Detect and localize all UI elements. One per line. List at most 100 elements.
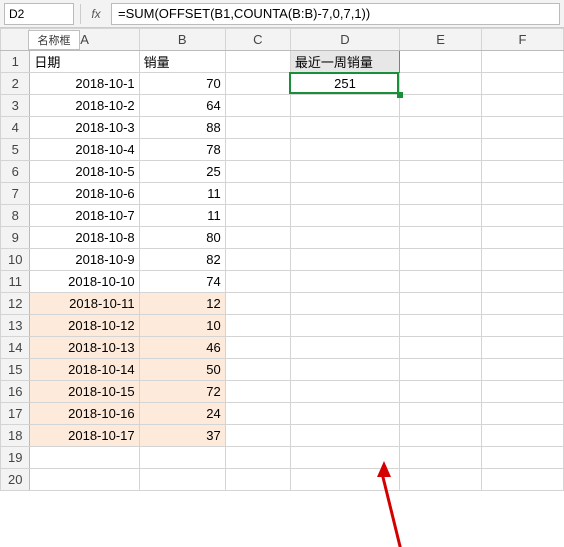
cell-F7[interactable]: [482, 183, 564, 205]
row-header[interactable]: 13: [1, 315, 30, 337]
cell-E16[interactable]: [400, 381, 482, 403]
cell-F19[interactable]: [482, 447, 564, 469]
cell-C19[interactable]: [225, 447, 290, 469]
cell-F18[interactable]: [482, 425, 564, 447]
cell-A9[interactable]: 2018-10-8: [30, 227, 139, 249]
cell-A4[interactable]: 2018-10-3: [30, 117, 139, 139]
row-header[interactable]: 17: [1, 403, 30, 425]
cell-D16[interactable]: [290, 381, 399, 403]
cell-F15[interactable]: [482, 359, 564, 381]
cell-B15[interactable]: 50: [139, 359, 225, 381]
cell-E18[interactable]: [400, 425, 482, 447]
cell-E6[interactable]: [400, 161, 482, 183]
cell-D10[interactable]: [290, 249, 399, 271]
row-header[interactable]: 16: [1, 381, 30, 403]
cell-E13[interactable]: [400, 315, 482, 337]
cell-C8[interactable]: [225, 205, 290, 227]
cell-D7[interactable]: [290, 183, 399, 205]
cell-E12[interactable]: [400, 293, 482, 315]
cell-F11[interactable]: [482, 271, 564, 293]
cell-C10[interactable]: [225, 249, 290, 271]
cell-D12[interactable]: [290, 293, 399, 315]
cell-B1[interactable]: 销量: [139, 51, 225, 73]
cell-A5[interactable]: 2018-10-4: [30, 139, 139, 161]
col-header-E[interactable]: E: [400, 29, 482, 51]
cell-A12[interactable]: 2018-10-11: [30, 293, 139, 315]
cell-E5[interactable]: [400, 139, 482, 161]
cell-D3[interactable]: [290, 95, 399, 117]
cell-B14[interactable]: 46: [139, 337, 225, 359]
cell-A7[interactable]: 2018-10-6: [30, 183, 139, 205]
cell-B10[interactable]: 82: [139, 249, 225, 271]
cell-F8[interactable]: [482, 205, 564, 227]
col-header-B[interactable]: B: [139, 29, 225, 51]
row-header[interactable]: 11: [1, 271, 30, 293]
cell-C12[interactable]: [225, 293, 290, 315]
cell-D11[interactable]: [290, 271, 399, 293]
cell-B8[interactable]: 11: [139, 205, 225, 227]
cell-A16[interactable]: 2018-10-15: [30, 381, 139, 403]
cell-C2[interactable]: [225, 73, 290, 95]
row-header[interactable]: 5: [1, 139, 30, 161]
cell-C7[interactable]: [225, 183, 290, 205]
cell-E15[interactable]: [400, 359, 482, 381]
cell-A13[interactable]: 2018-10-12: [30, 315, 139, 337]
cell-A17[interactable]: 2018-10-16: [30, 403, 139, 425]
cell-D5[interactable]: [290, 139, 399, 161]
cell-E14[interactable]: [400, 337, 482, 359]
cell-A2[interactable]: 2018-10-1: [30, 73, 139, 95]
cell-E8[interactable]: [400, 205, 482, 227]
cell-D13[interactable]: [290, 315, 399, 337]
cell-B9[interactable]: 80: [139, 227, 225, 249]
row-header[interactable]: 4: [1, 117, 30, 139]
cell-D4[interactable]: [290, 117, 399, 139]
cell-F3[interactable]: [482, 95, 564, 117]
cell-F20[interactable]: [482, 469, 564, 491]
cell-C9[interactable]: [225, 227, 290, 249]
cell-D19[interactable]: [290, 447, 399, 469]
cell-F5[interactable]: [482, 139, 564, 161]
cell-F16[interactable]: [482, 381, 564, 403]
row-header[interactable]: 1: [1, 51, 30, 73]
row-header[interactable]: 6: [1, 161, 30, 183]
cell-B12[interactable]: 12: [139, 293, 225, 315]
cell-A20[interactable]: [30, 469, 139, 491]
row-header[interactable]: 20: [1, 469, 30, 491]
col-header-F[interactable]: F: [482, 29, 564, 51]
cell-B20[interactable]: [139, 469, 225, 491]
row-header[interactable]: 18: [1, 425, 30, 447]
cell-B16[interactable]: 72: [139, 381, 225, 403]
cell-B7[interactable]: 11: [139, 183, 225, 205]
cell-F2[interactable]: [482, 73, 564, 95]
cell-D6[interactable]: [290, 161, 399, 183]
row-header[interactable]: 8: [1, 205, 30, 227]
cell-A11[interactable]: 2018-10-10: [30, 271, 139, 293]
cell-B2[interactable]: 70: [139, 73, 225, 95]
cell-F6[interactable]: [482, 161, 564, 183]
cell-C17[interactable]: [225, 403, 290, 425]
cell-B6[interactable]: 25: [139, 161, 225, 183]
cell-E4[interactable]: [400, 117, 482, 139]
cell-C20[interactable]: [225, 469, 290, 491]
cell-C5[interactable]: [225, 139, 290, 161]
cell-A10[interactable]: 2018-10-9: [30, 249, 139, 271]
col-header-C[interactable]: C: [225, 29, 290, 51]
cell-A8[interactable]: 2018-10-7: [30, 205, 139, 227]
name-box[interactable]: D2: [4, 3, 74, 25]
row-header[interactable]: 9: [1, 227, 30, 249]
row-header[interactable]: 12: [1, 293, 30, 315]
cell-E2[interactable]: [400, 73, 482, 95]
cell-E17[interactable]: [400, 403, 482, 425]
cell-E3[interactable]: [400, 95, 482, 117]
cell-C3[interactable]: [225, 95, 290, 117]
row-header[interactable]: 10: [1, 249, 30, 271]
cell-E11[interactable]: [400, 271, 482, 293]
cell-C1[interactable]: [225, 51, 290, 73]
cell-C11[interactable]: [225, 271, 290, 293]
cell-D1[interactable]: 最近一周销量: [290, 51, 399, 73]
cell-A15[interactable]: 2018-10-14: [30, 359, 139, 381]
cell-F1[interactable]: [482, 51, 564, 73]
cell-A6[interactable]: 2018-10-5: [30, 161, 139, 183]
cell-F13[interactable]: [482, 315, 564, 337]
cell-F12[interactable]: [482, 293, 564, 315]
